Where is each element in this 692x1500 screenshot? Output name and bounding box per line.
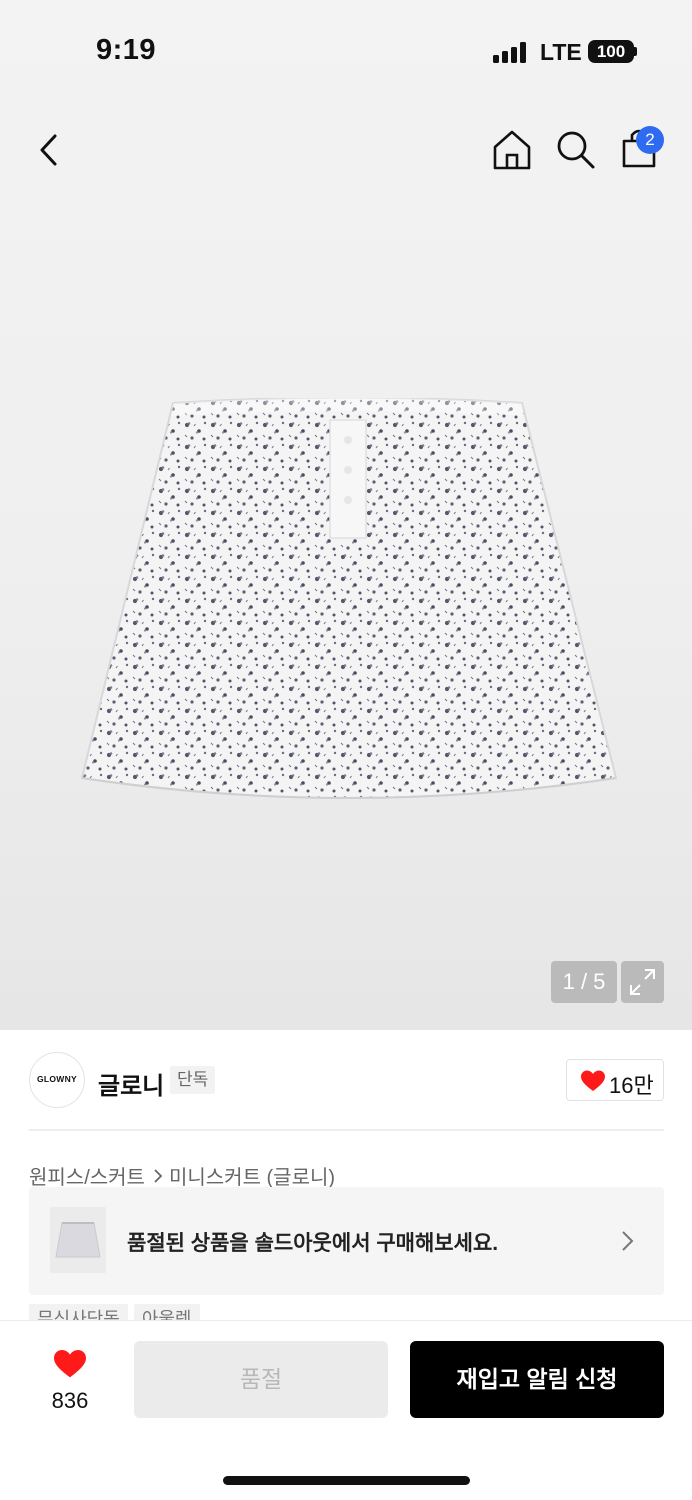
product-like-count: 836 (51, 1388, 89, 1413)
restock-alert-button[interactable]: 재입고 알림 신청 (410, 1341, 664, 1418)
chevron-left-icon (40, 134, 57, 166)
breadcrumb-subcategory[interactable]: 미니스커트 (글로니) (169, 1167, 335, 1189)
heart-icon (54, 1350, 86, 1378)
search-button[interactable] (554, 128, 598, 172)
battery-tip (634, 47, 637, 56)
home-button[interactable] (490, 128, 534, 172)
back-button[interactable] (30, 128, 70, 172)
cart-count-badge: 2 (636, 126, 664, 154)
soldout-banner[interactable]: 품절된 상품을 솔드아웃에서 구매해보세요. (29, 1187, 664, 1295)
home-indicator (223, 1476, 470, 1485)
expand-icon (630, 969, 655, 995)
search-icon (557, 131, 595, 169)
brand-like-count: 16만 (609, 1073, 654, 1098)
expand-image-button[interactable] (621, 961, 664, 1003)
chevron-right-icon (622, 1231, 634, 1251)
product-image[interactable] (78, 398, 618, 810)
breadcrumb-category[interactable]: 원피스/스커트 (29, 1167, 145, 1189)
product-like-button[interactable]: 836 (40, 1344, 100, 1414)
heart-icon (581, 1070, 605, 1091)
status-time: 9:19 (96, 34, 157, 66)
divider (29, 1129, 664, 1131)
home-icon (493, 130, 531, 170)
signal-icon (493, 41, 529, 63)
network-type: LTE (540, 39, 582, 65)
brand-name[interactable]: 글로니 (98, 1066, 164, 1101)
soldout-button[interactable]: 품절 (134, 1341, 388, 1418)
brand-like-button[interactable]: 16만 (566, 1059, 664, 1101)
soldout-banner-text: 품절된 상품을 솔드아웃에서 구매해보세요. (127, 1232, 499, 1255)
brand-logo[interactable]: GLOWNY (29, 1052, 85, 1108)
exclusive-badge: 단독 (170, 1066, 216, 1094)
image-counter: 1 / 5 (551, 961, 617, 1003)
soldout-thumbnail (50, 1207, 106, 1273)
battery-icon: 100 (588, 40, 634, 63)
breadcrumb: 원피스/스커트 미니스커트 (글로니) (29, 1161, 335, 1190)
